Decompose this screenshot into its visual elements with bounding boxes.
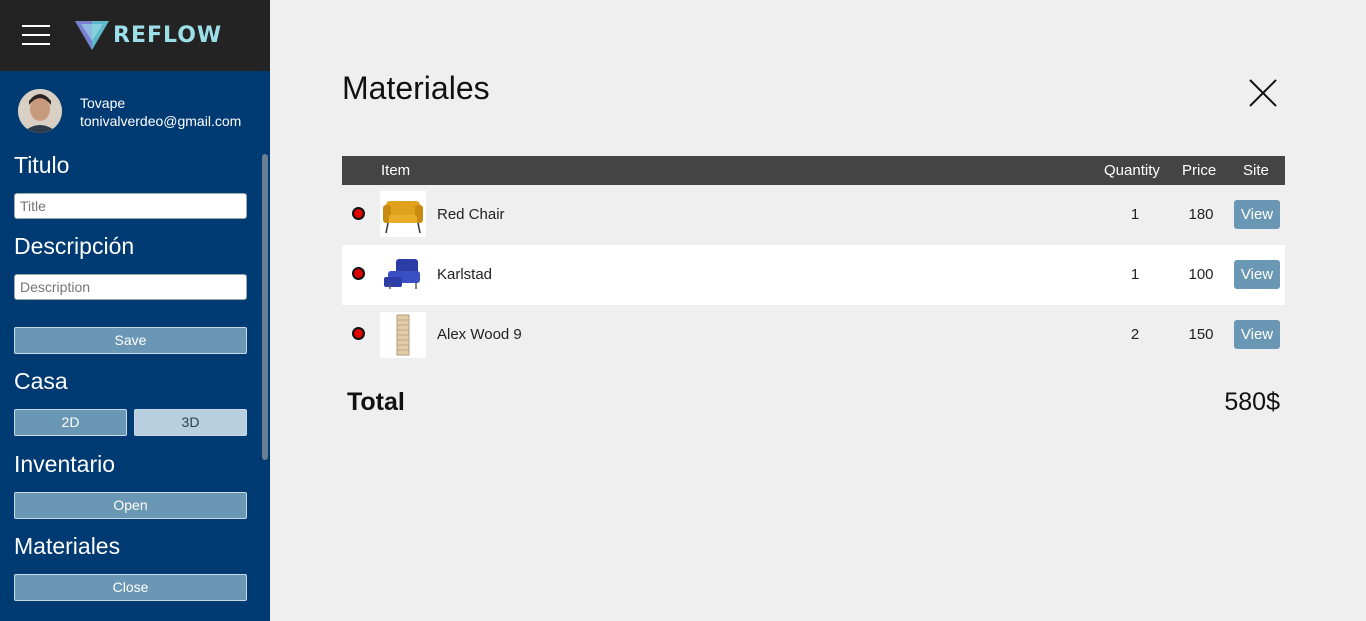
reflow-logo-icon [75, 21, 109, 50]
logo: REFLOW [75, 18, 222, 52]
red-chair-thumbnail [380, 191, 426, 237]
close-icon[interactable] [1249, 79, 1277, 107]
view-button[interactable]: View [1234, 260, 1280, 289]
save-button[interactable]: Save [14, 327, 247, 354]
item-price: 150 [1188, 326, 1214, 343]
item-quantity: 2 [1130, 326, 1140, 343]
view-3d-button[interactable]: 3D [134, 409, 247, 436]
column-item: Item [381, 162, 411, 179]
status-dot [352, 267, 365, 280]
page-title: Materiales [342, 70, 490, 106]
hamburger-menu-icon[interactable] [22, 24, 50, 46]
description-field[interactable] [14, 274, 247, 300]
close-materials-button[interactable]: Close [14, 574, 247, 601]
status-dot [352, 327, 365, 340]
total-value: 580$ [1224, 388, 1280, 416]
alex-wood-thumbnail [380, 312, 426, 358]
top-bar: REFLOW [0, 0, 270, 71]
column-site: Site [1243, 162, 1269, 179]
table-row: Alex Wood 9 2 150 View [342, 305, 1285, 365]
avatar[interactable] [18, 89, 62, 133]
status-dot [352, 207, 365, 220]
titulo-label: Titulo [14, 152, 70, 178]
view-button[interactable]: View [1234, 200, 1280, 229]
sidebar: REFLOW Tovape tonivalverdeo@gmail.com Ti… [0, 0, 270, 621]
sidebar-scrollbar[interactable] [262, 154, 268, 460]
title-field[interactable] [14, 193, 247, 219]
item-name: Red Chair [437, 206, 505, 223]
view-button[interactable]: View [1234, 320, 1280, 349]
open-inventory-button[interactable]: Open [14, 492, 247, 519]
karlstad-thumbnail [380, 251, 426, 297]
user-name: Tovape [80, 95, 126, 111]
table-row: Red Chair 1 180 View [342, 185, 1285, 245]
item-name: Karlstad [437, 266, 493, 283]
total-label: Total [347, 388, 405, 416]
item-quantity: 1 [1130, 266, 1140, 283]
item-price: 180 [1188, 206, 1214, 223]
materials-table: Item Quantity Price Site Red Chair 1 180… [342, 156, 1285, 365]
materiales-label: Materiales [14, 533, 121, 559]
table-header: Item Quantity Price Site [342, 156, 1285, 185]
item-name: Alex Wood 9 [437, 326, 522, 343]
casa-label: Casa [14, 368, 68, 394]
inventario-label: Inventario [14, 451, 116, 477]
column-price: Price [1182, 162, 1217, 179]
table-row: Karlstad 1 100 View [342, 245, 1285, 305]
item-quantity: 1 [1130, 206, 1140, 223]
view-2d-button[interactable]: 2D [14, 409, 127, 436]
column-quantity: Quantity [1104, 162, 1160, 179]
user-profile: Tovape tonivalverdeo@gmail.com [18, 89, 268, 134]
logo-text: REFLOW [113, 22, 223, 48]
descripcion-label: Descripción [14, 233, 135, 259]
item-price: 100 [1188, 266, 1214, 283]
user-email: tonivalverdeo@gmail.com [80, 113, 242, 129]
